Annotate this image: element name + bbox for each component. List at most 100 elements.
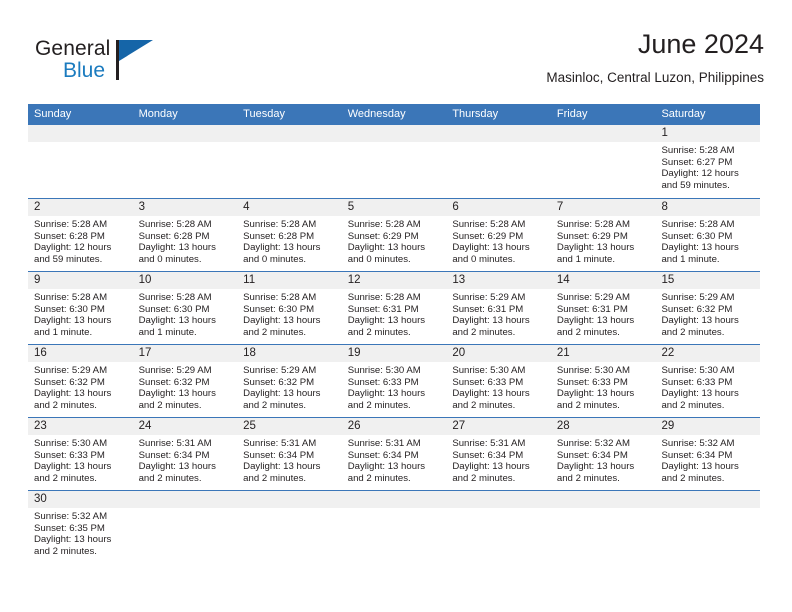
day-detail-line: Sunrise: 5:29 AM	[138, 365, 212, 376]
calendar-day-cell[interactable]: 18 Sunrise: 5:29 AM Sunset: 6:32 PM Dayligh…	[237, 345, 342, 417]
day-detail-line: Sunset: 6:31 PM	[347, 303, 419, 315]
day-detail-line: Sunrise: 5:29 AM	[34, 365, 108, 376]
calendar-day-cell[interactable]: 20 Sunrise: 5:30 AM Sunset: 6:33 PM Dayligh…	[446, 345, 551, 417]
day-detail-line: Sunset: 6:28 PM	[243, 230, 315, 242]
day-of-week-thursday: Thursday	[452, 108, 499, 120]
day-number-strip: 24	[132, 418, 238, 435]
general-blue-logo[interactable]: General Blue	[35, 36, 175, 88]
day-number-strip	[237, 125, 342, 142]
day-number-strip: 12	[341, 272, 447, 289]
day-number: 21	[556, 347, 570, 359]
day-detail-line: and 59 minutes.	[34, 253, 103, 265]
day-details: Sunrise: 5:28 AM Sunset: 6:29 PM Daylight:…	[446, 216, 551, 265]
day-number-strip	[550, 125, 656, 142]
day-details: Sunrise: 5:28 AM Sunset: 6:27 PM Daylight:…	[655, 142, 760, 191]
day-detail-line: Sunrise: 5:28 AM	[556, 219, 630, 230]
day-detail-line: Sunrise: 5:30 AM	[452, 365, 526, 376]
day-detail-line: Sunset: 6:34 PM	[243, 449, 315, 461]
calendar-day-cell[interactable]: 17 Sunrise: 5:29 AM Sunset: 6:32 PM Dayligh…	[132, 345, 238, 417]
day-detail-line: Sunset: 6:30 PM	[34, 303, 105, 315]
calendar-day-cell[interactable]: 9 Sunrise: 5:28 AM Sunset: 6:30 PM Daylight…	[28, 272, 133, 344]
calendar-day-cell[interactable]: 4 Sunrise: 5:28 AM Sunset: 6:28 PM Daylight…	[237, 199, 342, 271]
calendar-day-cell-empty	[655, 491, 761, 563]
day-detail-line: Daylight: 12 hours	[661, 168, 739, 180]
calendar-day-cell[interactable]: 10 Sunrise: 5:28 AM Sunset: 6:30 PM Dayligh…	[132, 272, 238, 344]
day-number-strip: 23	[28, 418, 133, 435]
logo-flag-icon	[119, 40, 153, 61]
day-detail-line: and 0 minutes.	[243, 253, 307, 265]
calendar-day-cell[interactable]: 29 Sunrise: 5:32 AM Sunset: 6:34 PM Dayligh…	[655, 418, 761, 490]
calendar-day-cell[interactable]: 8 Sunrise: 5:28 AM Sunset: 6:30 PM Daylight…	[655, 199, 761, 271]
day-details: Sunrise: 5:29 AM Sunset: 6:32 PM Daylight:…	[655, 289, 760, 338]
day-detail-line: Sunrise: 5:29 AM	[243, 365, 317, 376]
calendar-day-cell[interactable]: 23 Sunrise: 5:30 AM Sunset: 6:33 PM Dayligh…	[28, 418, 133, 490]
day-of-week-sunday: Sunday	[34, 108, 72, 120]
calendar-day-cell[interactable]: 6 Sunrise: 5:28 AM Sunset: 6:29 PM Daylight…	[446, 199, 551, 271]
day-details	[133, 142, 238, 145]
calendar-day-cell[interactable]: 16 Sunrise: 5:29 AM Sunset: 6:32 PM Dayligh…	[28, 345, 133, 417]
day-detail-line: Sunset: 6:28 PM	[34, 230, 105, 242]
calendar-day-cell[interactable]: 21 Sunrise: 5:30 AM Sunset: 6:33 PM Dayligh…	[550, 345, 656, 417]
calendar-day-cell[interactable]: 30 Sunrise: 5:32 AM Sunset: 6:35 PM Dayligh…	[28, 491, 133, 563]
day-number: 10	[138, 274, 152, 286]
day-details: Sunrise: 5:30 AM Sunset: 6:33 PM Daylight:…	[342, 362, 447, 411]
calendar-day-cell[interactable]: 26 Sunrise: 5:31 AM Sunset: 6:34 PM Dayligh…	[341, 418, 447, 490]
day-details: Sunrise: 5:28 AM Sunset: 6:29 PM Daylight:…	[551, 216, 656, 265]
day-details	[237, 142, 342, 145]
day-detail-line: and 2 minutes.	[34, 545, 97, 557]
calendar-day-cell[interactable]: 13 Sunrise: 5:29 AM Sunset: 6:31 PM Dayligh…	[446, 272, 551, 344]
calendar-day-cell[interactable]: 19 Sunrise: 5:30 AM Sunset: 6:33 PM Dayligh…	[341, 345, 447, 417]
calendar-day-cell[interactable]: 14 Sunrise: 5:29 AM Sunset: 6:31 PM Dayligh…	[550, 272, 656, 344]
day-details	[446, 142, 551, 145]
calendar-day-cell[interactable]: 25 Sunrise: 5:31 AM Sunset: 6:34 PM Dayligh…	[237, 418, 342, 490]
day-detail-line: Daylight: 12 hours	[34, 242, 112, 254]
title-block: June 2024 Masinloc, Central Luzon, Phili…	[546, 28, 764, 86]
calendar-day-cell[interactable]: 11 Sunrise: 5:28 AM Sunset: 6:30 PM Dayligh…	[237, 272, 342, 344]
day-detail-line: Sunrise: 5:32 AM	[34, 511, 108, 522]
day-detail-line: Sunrise: 5:28 AM	[452, 219, 526, 230]
calendar-day-cell[interactable]: 12 Sunrise: 5:28 AM Sunset: 6:31 PM Dayligh…	[341, 272, 447, 344]
day-details: Sunrise: 5:31 AM Sunset: 6:34 PM Daylight:…	[446, 435, 551, 484]
day-details	[446, 508, 551, 511]
calendar-day-cell[interactable]: 28 Sunrise: 5:32 AM Sunset: 6:34 PM Dayligh…	[550, 418, 656, 490]
day-detail-line: Sunset: 6:34 PM	[347, 449, 419, 461]
calendar-week-row: 30 Sunrise: 5:32 AM Sunset: 6:35 PM Dayligh…	[28, 490, 761, 563]
day-number-strip: 2	[28, 199, 133, 216]
day-detail-line: Daylight: 13 hours	[243, 461, 321, 473]
day-details: Sunrise: 5:28 AM Sunset: 6:28 PM Daylight:…	[133, 216, 238, 265]
calendar-day-cell[interactable]: 24 Sunrise: 5:31 AM Sunset: 6:34 PM Dayligh…	[132, 418, 238, 490]
day-of-week-monday: Monday	[138, 108, 178, 120]
day-detail-line: and 2 minutes.	[452, 472, 516, 484]
day-details: Sunrise: 5:28 AM Sunset: 6:30 PM Daylight:…	[133, 289, 238, 338]
calendar-day-cell[interactable]: 2 Sunrise: 5:28 AM Sunset: 6:28 PM Daylight…	[28, 199, 133, 271]
day-detail-line: Daylight: 13 hours	[452, 315, 530, 327]
calendar-day-cell-empty	[132, 491, 238, 563]
day-number-strip	[132, 491, 238, 508]
day-detail-line: Sunrise: 5:29 AM	[452, 292, 526, 303]
day-details: Sunrise: 5:30 AM Sunset: 6:33 PM Daylight:…	[28, 435, 133, 484]
calendar-day-cell[interactable]: 15 Sunrise: 5:29 AM Sunset: 6:32 PM Dayligh…	[655, 272, 761, 344]
calendar-day-cell[interactable]: 3 Sunrise: 5:28 AM Sunset: 6:28 PM Daylight…	[132, 199, 238, 271]
day-details: Sunrise: 5:29 AM Sunset: 6:32 PM Daylight:…	[28, 362, 133, 411]
day-number: 8	[661, 201, 668, 213]
day-details: Sunrise: 5:32 AM Sunset: 6:34 PM Daylight:…	[551, 435, 656, 484]
day-detail-line: Daylight: 13 hours	[347, 242, 426, 254]
day-number-strip: 6	[446, 199, 551, 216]
day-detail-line: Daylight: 13 hours	[661, 242, 739, 254]
calendar-day-cell[interactable]: 7 Sunrise: 5:28 AM Sunset: 6:29 PM Daylight…	[550, 199, 656, 271]
day-detail-line: Daylight: 13 hours	[556, 388, 635, 400]
calendar-day-cell[interactable]: 1 Sunrise: 5:28 AM Sunset: 6:27 PM Daylight…	[655, 125, 761, 198]
day-detail-line: Sunset: 6:34 PM	[661, 449, 733, 461]
calendar-day-cell[interactable]: 5 Sunrise: 5:28 AM Sunset: 6:29 PM Daylight…	[341, 199, 447, 271]
day-detail-line: and 2 minutes.	[661, 399, 725, 411]
day-detail-line: Sunset: 6:33 PM	[661, 376, 733, 388]
calendar-day-cell[interactable]: 22 Sunrise: 5:30 AM Sunset: 6:33 PM Dayligh…	[655, 345, 761, 417]
day-detail-line: Daylight: 13 hours	[138, 388, 216, 400]
calendar-day-cell[interactable]: 27 Sunrise: 5:31 AM Sunset: 6:34 PM Dayligh…	[446, 418, 551, 490]
day-detail-line: and 59 minutes.	[661, 179, 730, 191]
calendar-weeks: 1 Sunrise: 5:28 AM Sunset: 6:27 PM Daylight…	[28, 125, 761, 563]
day-number-strip: 25	[237, 418, 342, 435]
calendar-day-cell-empty	[341, 491, 447, 563]
day-detail-line: Sunset: 6:32 PM	[138, 376, 210, 388]
day-number-strip	[550, 491, 656, 508]
